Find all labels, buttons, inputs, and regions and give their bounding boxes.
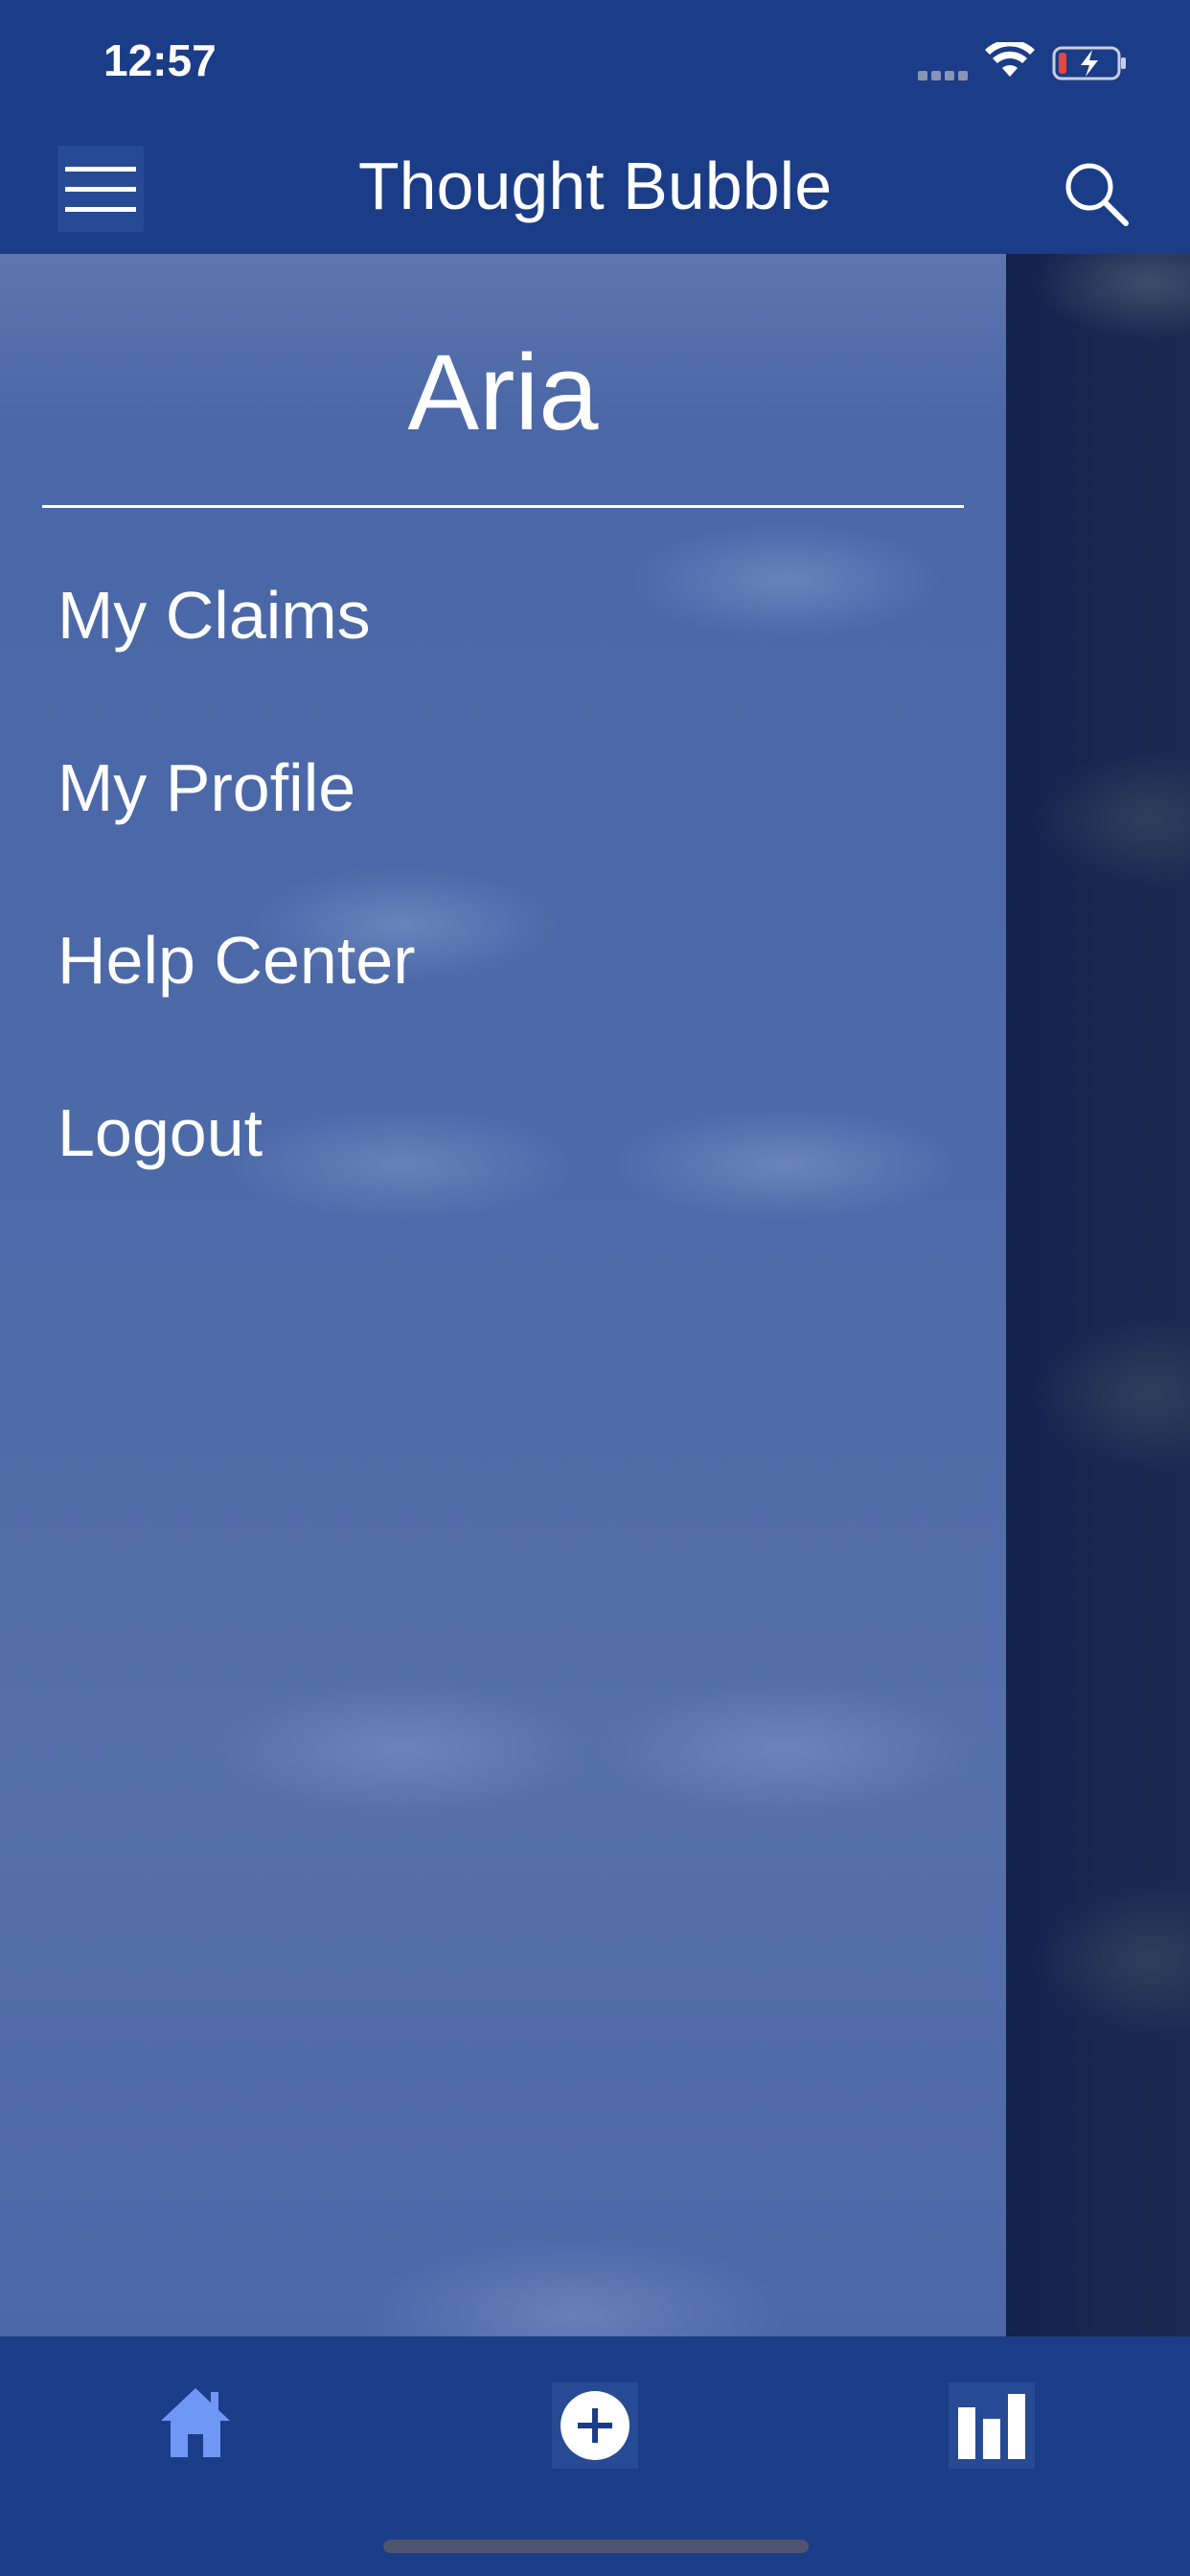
add-circle-icon: [561, 2391, 629, 2460]
nav-bar: Thought Bubble: [0, 129, 1190, 254]
stats-button[interactable]: [949, 2382, 1035, 2469]
wifi-icon: [985, 42, 1035, 77]
drawer-username: Aria: [407, 333, 599, 452]
drawer-divider: [42, 505, 964, 508]
bar-chart-icon: [958, 2394, 1025, 2459]
content-dim-overlay[interactable]: [1006, 254, 1190, 2336]
drawer-item-logout[interactable]: Logout: [57, 1090, 263, 1176]
drawer-item-my-claims[interactable]: My Claims: [57, 572, 371, 658]
status-bar: 12:57: [0, 0, 1190, 129]
drawer-item-my-profile[interactable]: My Profile: [57, 745, 355, 831]
home-indicator: [383, 2540, 809, 2553]
battery-charging-icon: [1052, 46, 1126, 80]
drawer-item-help-center[interactable]: Help Center: [57, 917, 416, 1003]
tab-bar: [0, 2336, 1190, 2576]
signal-icon: [918, 71, 972, 80]
side-drawer: Aria My Claims My Profile Help Center Lo…: [0, 254, 1006, 2336]
search-icon[interactable]: [1059, 156, 1135, 233]
status-time: 12:57: [103, 35, 217, 85]
app-title: Thought Bubble: [357, 149, 833, 223]
home-icon[interactable]: [157, 2384, 234, 2461]
add-button[interactable]: [552, 2382, 638, 2469]
